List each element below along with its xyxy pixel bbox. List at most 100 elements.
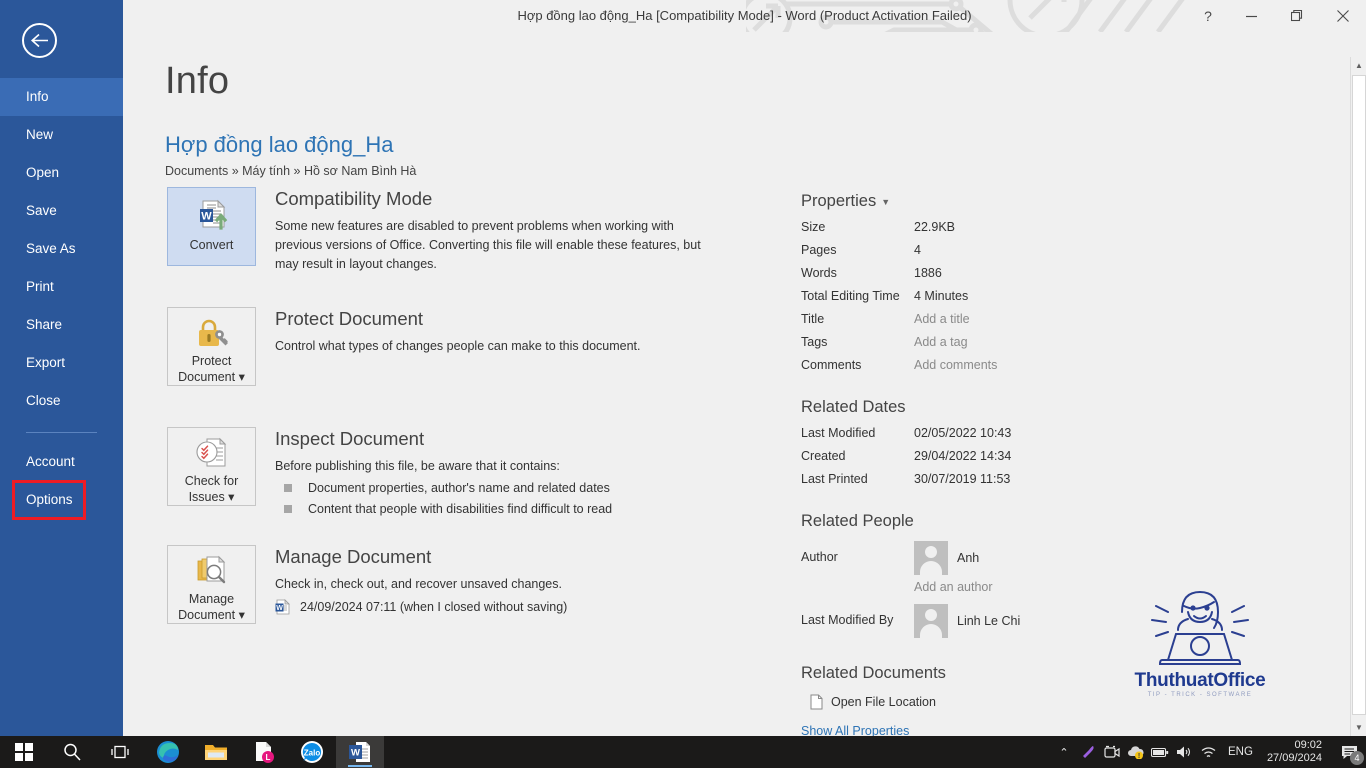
title-bar: Hợp đồng lao động_Ha [Compatibility Mode…	[123, 0, 1366, 32]
property-key: Pages	[801, 243, 837, 257]
show-hidden-icons-button[interactable]: ⌃	[1052, 736, 1076, 768]
sidebar-item-save[interactable]: Save	[0, 192, 123, 230]
tags-input[interactable]: Add a tag	[914, 335, 968, 349]
open-file-location-label: Open File Location	[831, 695, 936, 709]
minimize-button[interactable]	[1228, 0, 1274, 32]
onedrive-warning-icon[interactable]: !	[1124, 736, 1148, 768]
camera-icon[interactable]	[1100, 736, 1124, 768]
edge-button[interactable]	[144, 736, 192, 768]
sidebar-item-share[interactable]: Share	[0, 306, 123, 344]
property-row: Words 1886	[801, 266, 1201, 280]
comments-input[interactable]: Add comments	[914, 358, 997, 372]
sidebar-item-export[interactable]: Export	[0, 344, 123, 382]
zalo-icon: Zalo	[301, 741, 323, 763]
search-button[interactable]	[48, 736, 96, 768]
convert-button-label: Convert	[189, 238, 234, 252]
battery-icon[interactable]	[1148, 736, 1172, 768]
manage-document-button-label: Manage Document ▾	[178, 592, 245, 622]
property-key: Title	[801, 312, 825, 326]
check-for-issues-button[interactable]: Check for Issues ▾	[167, 427, 256, 506]
restore-button[interactable]	[1274, 0, 1320, 32]
vertical-scrollbar[interactable]: ▲ ▼	[1350, 57, 1366, 736]
clock[interactable]: 09:02 27/09/2024	[1261, 736, 1332, 768]
sidebar-divider	[26, 432, 97, 433]
property-row: Size 22.9KB	[801, 220, 1201, 234]
related-people-heading: Related People	[801, 512, 914, 530]
title-input[interactable]: Add a title	[914, 312, 970, 326]
close-button[interactable]	[1320, 0, 1366, 32]
task-view-button[interactable]	[96, 736, 144, 768]
inspect-document-icon	[195, 437, 229, 469]
date-value: 30/07/2019 11:53	[914, 472, 1011, 486]
word-icon: W	[349, 742, 370, 762]
svg-text:L: L	[266, 753, 271, 762]
bullet-square-icon	[284, 505, 292, 513]
sidebar-item-info[interactable]: Info	[0, 78, 123, 116]
author-key: Author	[801, 550, 838, 564]
lightshot-button[interactable]: L	[240, 736, 288, 768]
volume-icon[interactable]	[1172, 736, 1196, 768]
chevron-down-icon: ▼	[881, 196, 891, 207]
date-row: Created 29/04/2022 14:34	[801, 449, 1201, 463]
start-button[interactable]	[0, 736, 48, 768]
notification-center-button[interactable]: 4	[1332, 736, 1366, 768]
property-key: Comments	[801, 358, 862, 372]
card-description: Control what types of changes people can…	[275, 339, 641, 353]
svg-text:W: W	[201, 211, 212, 223]
word-button[interactable]: W	[336, 736, 384, 768]
property-key: Size	[801, 220, 826, 234]
sidebar-item-open[interactable]: Open	[0, 154, 123, 192]
sidebar-item-save-as[interactable]: Save As	[0, 230, 123, 268]
sidebar-item-print[interactable]: Print	[0, 268, 123, 306]
zalo-button[interactable]: Zalo	[288, 736, 336, 768]
bullet-square-icon	[284, 484, 292, 492]
avatar	[914, 604, 948, 638]
word-backstage-screen: Hợp đồng lao động_Ha [Compatibility Mode…	[0, 0, 1366, 768]
clock-time: 09:02	[1294, 739, 1322, 751]
folder-icon	[205, 745, 227, 760]
back-button[interactable]	[22, 23, 57, 58]
check-for-issues-button-label: Check for Issues ▾	[184, 474, 239, 504]
protect-document-button-label: Protect Document ▾	[178, 354, 245, 384]
properties-header[interactable]: Properties ▼	[801, 192, 1201, 211]
pen-icon[interactable]	[1076, 736, 1100, 768]
windows-logo-icon	[15, 743, 33, 761]
active-indicator	[348, 765, 372, 767]
manage-document-button[interactable]: Manage Document ▾	[167, 545, 256, 624]
scroll-up-arrow-icon[interactable]: ▲	[1351, 57, 1366, 74]
backstage-menu: Info New Open Save Save As Print Share E…	[0, 78, 123, 519]
date-key: Created	[801, 449, 846, 463]
system-tray: ⌃ ! ENG 09:02 27/09/2024 4	[1052, 736, 1366, 768]
manage-document-icon	[195, 555, 229, 587]
last-modified-by-key: Last Modified By	[801, 613, 894, 627]
inspect-bullet-label: Document properties, author's name and r…	[308, 481, 610, 495]
wifi-icon[interactable]	[1196, 736, 1220, 768]
sidebar-item-new[interactable]: New	[0, 116, 123, 154]
author-name: Anh	[957, 551, 980, 565]
show-all-properties-link[interactable]: Show All Properties	[801, 724, 1201, 736]
sidebar-item-options[interactable]: Options	[0, 481, 123, 519]
date-row: Last Modified 02/05/2022 10:43	[801, 426, 1201, 440]
sidebar-item-close[interactable]: Close	[0, 382, 123, 420]
property-row-tags: Tags Add a tag	[801, 335, 1201, 349]
help-button[interactable]: ?	[1188, 0, 1228, 32]
window-controls: ?	[1188, 0, 1366, 32]
scroll-down-arrow-icon[interactable]: ▼	[1351, 719, 1366, 736]
date-value: 02/05/2022 10:43	[914, 426, 1012, 440]
property-row: Pages 4	[801, 243, 1201, 257]
properties-header-label: Properties	[801, 192, 877, 210]
file-explorer-button[interactable]	[192, 736, 240, 768]
watermark-logo: ThuthuatOffice TIP - TRICK - SOFTWARE	[1110, 582, 1290, 707]
convert-button[interactable]: W Convert	[167, 187, 256, 266]
property-key: Words	[801, 266, 837, 280]
card-description: Before publishing this file, be aware th…	[275, 459, 560, 473]
lock-key-icon	[195, 317, 229, 349]
language-indicator[interactable]: ENG	[1220, 736, 1261, 768]
related-dates-heading: Related Dates	[801, 398, 906, 416]
protect-document-button[interactable]: Protect Document ▾	[167, 307, 256, 386]
sidebar-item-account[interactable]: Account	[0, 443, 123, 481]
scrollbar-thumb[interactable]	[1352, 75, 1366, 715]
autosave-version-label: 24/09/2024 07:11 (when I closed without …	[300, 600, 568, 614]
svg-text:W: W	[351, 748, 360, 759]
windows-taskbar: L Zalo W ⌃ ! ENG 09:02 27/09/2024 4	[0, 736, 1366, 768]
